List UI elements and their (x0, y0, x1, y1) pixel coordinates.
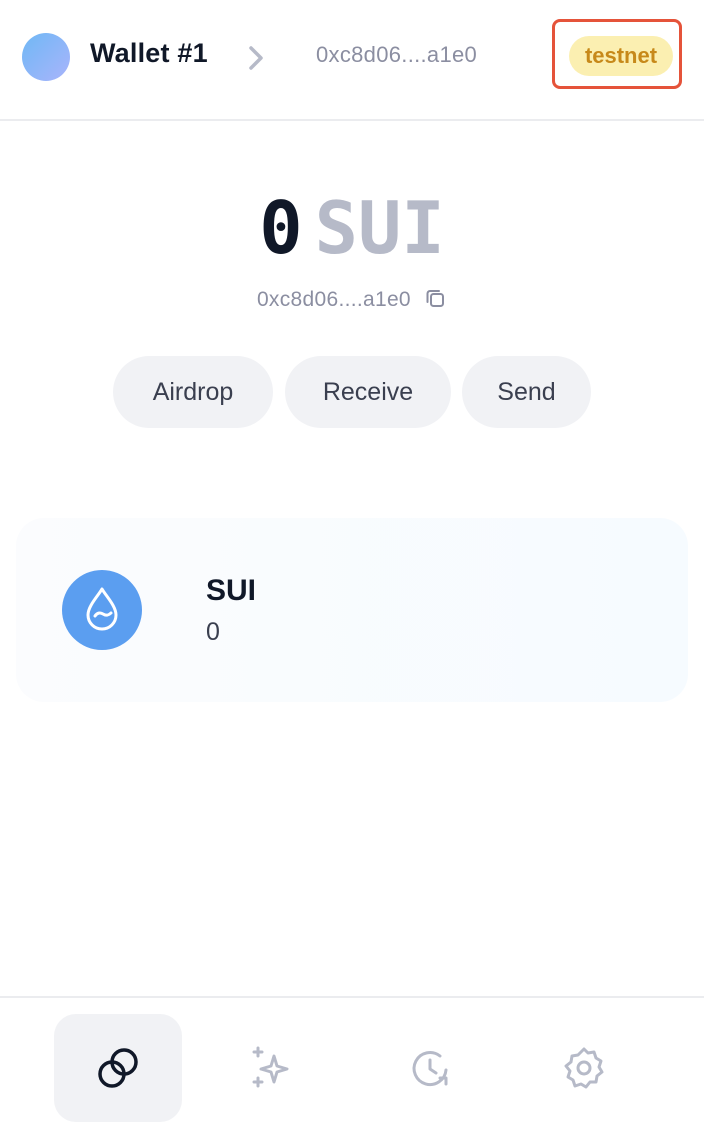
wallet-app: Wallet #1 0xc8d06....a1e0 testnet 0 SUI 0… (0, 0, 704, 1126)
network-badge[interactable]: testnet (569, 36, 673, 76)
tokens-icon (98, 1048, 138, 1088)
copy-icon[interactable] (423, 286, 447, 310)
address-row[interactable]: 0xc8d06....a1e0 (0, 288, 704, 312)
coin-list-item[interactable]: SUI 0 (16, 518, 688, 702)
nfts-sparkle-icon (252, 1046, 289, 1088)
settings-gear-icon (564, 1047, 604, 1089)
wallet-name[interactable]: Wallet #1 (90, 38, 208, 69)
nav-settings[interactable] (520, 1014, 648, 1122)
balance-display: 0 SUI (0, 186, 704, 270)
nav-activity[interactable] (366, 1014, 494, 1122)
coin-symbol: SUI (206, 574, 257, 607)
chevron-right-icon[interactable] (244, 44, 268, 72)
avatar[interactable] (22, 33, 70, 81)
sui-drop-icon (62, 570, 142, 650)
account-address[interactable]: 0xc8d06....a1e0 (257, 288, 411, 311)
balance-amount: 0 (259, 186, 303, 270)
coin-amount: 0 (206, 618, 220, 646)
receive-button[interactable]: Receive (285, 356, 451, 428)
send-button[interactable]: Send (462, 356, 591, 428)
airdrop-button[interactable]: Airdrop (113, 356, 273, 428)
nav-nfts[interactable] (208, 1014, 336, 1122)
activity-history-icon (412, 1051, 448, 1087)
header-address[interactable]: 0xc8d06....a1e0 (316, 42, 477, 68)
nav-tokens[interactable] (54, 1014, 182, 1122)
bottom-nav (0, 996, 704, 1126)
balance-symbol: SUI (314, 186, 445, 270)
header: Wallet #1 0xc8d06....a1e0 testnet (0, 0, 704, 121)
